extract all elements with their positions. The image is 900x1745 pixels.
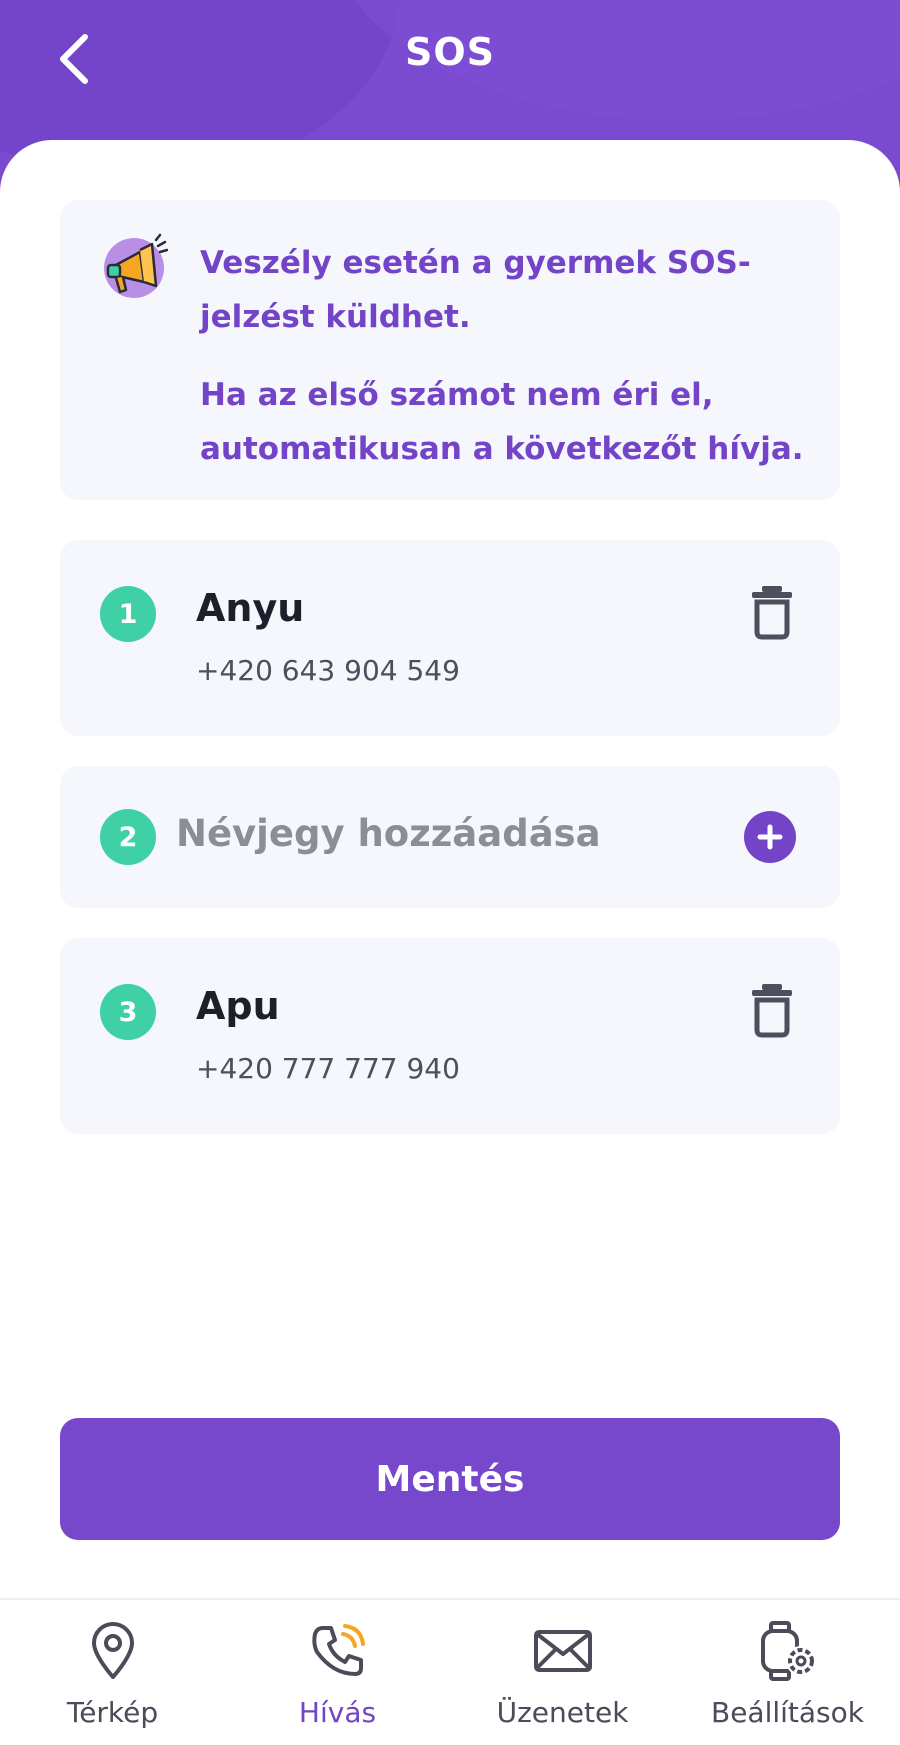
page-title: SOS bbox=[404, 30, 496, 74]
contact-name: Anyu bbox=[196, 586, 305, 630]
phone-call-icon bbox=[307, 1620, 369, 1682]
save-button[interactable]: Mentés bbox=[60, 1418, 840, 1540]
info-line-1: Veszély esetén a gyermek SOS-jelzést kül… bbox=[200, 245, 751, 335]
plus-circle-icon bbox=[757, 824, 783, 850]
envelope-icon bbox=[532, 1620, 594, 1682]
contact-phone: +420 643 904 549 bbox=[196, 654, 460, 687]
delete-contact-button[interactable] bbox=[748, 584, 796, 640]
nav-item-messages[interactable]: Üzenetek bbox=[450, 1600, 675, 1745]
contact-number-badge: 3 bbox=[100, 984, 156, 1040]
nav-label: Üzenetek bbox=[496, 1696, 629, 1729]
add-contact-button[interactable] bbox=[744, 811, 796, 863]
trash-icon bbox=[752, 586, 792, 640]
map-pin-icon bbox=[82, 1620, 144, 1682]
info-line-2: Ha az első számot nem éri el, automatiku… bbox=[200, 377, 804, 467]
contact-number-badge: 2 bbox=[100, 809, 156, 865]
contact-name: Apu bbox=[196, 984, 280, 1028]
contact-number-badge: 1 bbox=[100, 586, 156, 642]
add-contact-slot[interactable]: 2 Névjegy hozzáadása bbox=[60, 766, 840, 908]
watch-settings-icon bbox=[757, 1620, 819, 1682]
nav-label: Hívás bbox=[298, 1696, 377, 1729]
nav-label: Beállítások bbox=[710, 1696, 864, 1729]
nav-item-settings[interactable]: Beállítások bbox=[675, 1600, 900, 1745]
contact-phone: +420 777 777 940 bbox=[196, 1052, 460, 1085]
nav-item-map[interactable]: Térkép bbox=[0, 1600, 225, 1745]
info-text: Veszély esetén a gyermek SOS-jelzést kül… bbox=[200, 236, 820, 476]
contact-card-3[interactable]: 3 Apu +420 777 777 940 bbox=[60, 938, 840, 1134]
bottom-nav: Térkép Hívás Üzenetek Beállítások bbox=[0, 1598, 900, 1745]
add-contact-label: Névjegy hozzáadása bbox=[176, 812, 601, 855]
contact-card-1[interactable]: 1 Anyu +420 643 904 549 bbox=[60, 540, 840, 736]
megaphone-icon bbox=[104, 233, 168, 298]
trash-icon bbox=[752, 984, 792, 1038]
info-card: Veszély esetén a gyermek SOS-jelzést kül… bbox=[60, 200, 840, 500]
nav-label: Térkép bbox=[66, 1696, 159, 1729]
nav-item-call[interactable]: Hívás bbox=[225, 1600, 450, 1745]
delete-contact-button[interactable] bbox=[748, 982, 796, 1038]
